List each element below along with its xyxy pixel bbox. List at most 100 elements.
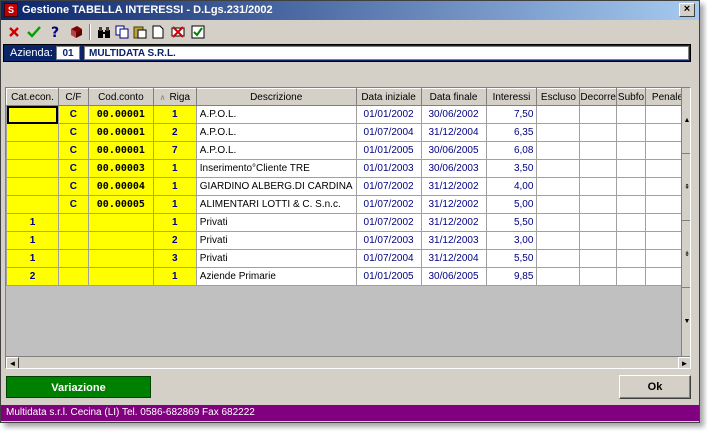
cell-subfo[interactable] [615, 249, 646, 268]
cell-data-iniziale[interactable]: 01/07/2002 [355, 195, 422, 214]
cell-cod-conto[interactable]: 00.00005 [87, 195, 154, 214]
cell-cf[interactable] [57, 213, 89, 232]
cell-data-iniziale[interactable]: 01/07/2002 [355, 177, 422, 196]
cell-descrizione[interactable]: GIARDINO ALBERG.DI CARDINA [195, 177, 357, 196]
cell-descrizione[interactable]: Inserimento°Cliente TRE [195, 159, 357, 178]
page-down-icon[interactable]: ⇟ [682, 222, 690, 288]
cell-interessi[interactable]: 5,50 [485, 249, 538, 268]
col-header-cod-conto[interactable]: Cod.conto [87, 88, 154, 106]
table-row[interactable]: 1 3 Privati 01/07/2004 31/12/2004 5,50 [6, 249, 690, 268]
cell-data-finale[interactable]: 31/12/2003 [420, 231, 487, 250]
col-header-descrizione[interactable]: Descrizione [195, 88, 357, 106]
table-row[interactable]: C 00.00001 1 A.P.O.L. 01/01/2002 30/06/2002 7,… [6, 105, 690, 124]
delete-icon[interactable] [169, 23, 187, 41]
cell-cat-econ[interactable] [6, 141, 59, 160]
cell-cod-conto[interactable]: 00.00001 [87, 123, 154, 142]
cell-interessi[interactable]: 3,50 [485, 159, 538, 178]
close-button[interactable]: × [679, 3, 695, 17]
scroll-down-icon[interactable]: ▼ [682, 289, 690, 355]
cell-decorre[interactable] [579, 195, 617, 214]
table-row[interactable]: 1 1 Privati 01/07/2002 31/12/2002 5,50 [6, 213, 690, 232]
cell-cod-conto[interactable]: 00.00004 [87, 177, 154, 196]
cell-riga[interactable]: 1 [152, 159, 197, 178]
cell-data-finale[interactable]: 30/06/2003 [420, 159, 487, 178]
table-row[interactable]: C 00.00003 1 Inserimento°Cliente TRE 01/01/2… [6, 159, 690, 178]
cell-interessi[interactable]: 6,35 [485, 123, 538, 142]
cell-data-iniziale[interactable]: 01/07/2003 [355, 231, 422, 250]
cell-escluso[interactable] [536, 105, 581, 124]
cell-cat-econ[interactable]: 1 [6, 213, 59, 232]
cell-interessi[interactable]: 7,50 [485, 105, 538, 124]
paste-icon[interactable] [131, 23, 149, 41]
cell-cf[interactable]: C [57, 141, 89, 160]
col-header-cf[interactable]: C/F [57, 88, 89, 106]
cell-cat-econ[interactable]: 1 [6, 231, 59, 250]
cell-cod-conto[interactable]: 00.00001 [87, 105, 154, 124]
col-header-decorre[interactable]: Decorre [579, 88, 617, 106]
cell-cod-conto[interactable] [87, 213, 154, 232]
title-bar[interactable]: S Gestione TABELLA INTERESSI - D.Lgs.231… [1, 1, 699, 20]
cell-data-finale[interactable]: 31/12/2004 [420, 249, 487, 268]
cell-data-finale[interactable]: 30/06/2002 [420, 105, 487, 124]
cell-riga[interactable]: 2 [152, 123, 197, 142]
cell-descrizione[interactable]: Privati [195, 213, 357, 232]
cell-escluso[interactable] [536, 249, 581, 268]
cell-riga[interactable]: 1 [152, 177, 197, 196]
cell-data-iniziale[interactable]: 01/07/2004 [355, 249, 422, 268]
cell-cf[interactable] [57, 231, 89, 250]
cell-decorre[interactable] [579, 177, 617, 196]
new-document-icon[interactable] [149, 23, 167, 41]
cell-cod-conto[interactable] [87, 249, 154, 268]
variazione-button[interactable]: Variazione [6, 376, 151, 398]
table-row[interactable]: C 00.00001 2 A.P.O.L. 01/07/2004 31/12/2004 6,… [6, 123, 690, 142]
cell-data-finale[interactable]: 31/12/2002 [420, 195, 487, 214]
cell-descrizione[interactable]: Privati [195, 249, 357, 268]
cell-subfo[interactable] [615, 231, 646, 250]
cell-cat-econ[interactable] [6, 159, 59, 178]
col-header-cat-econ[interactable]: Cat.econ. [6, 88, 59, 106]
cell-cat-econ[interactable] [6, 105, 59, 124]
cell-cat-econ[interactable] [6, 177, 59, 196]
cell-escluso[interactable] [536, 231, 581, 250]
table-row[interactable]: 1 2 Privati 01/07/2003 31/12/2003 3,00 [6, 231, 690, 250]
cell-interessi[interactable]: 6,08 [485, 141, 538, 160]
cell-subfo[interactable] [615, 177, 646, 196]
cell-escluso[interactable] [536, 177, 581, 196]
col-header-data-finale[interactable]: Data finale [420, 88, 487, 106]
cell-riga[interactable]: 1 [152, 105, 197, 124]
col-header-interessi[interactable]: Interessi [485, 88, 538, 106]
cell-riga[interactable]: 1 [152, 213, 197, 232]
cell-cf[interactable] [57, 249, 89, 268]
cell-cod-conto[interactable]: 00.00001 [87, 141, 154, 160]
cell-decorre[interactable] [579, 105, 617, 124]
page-up-icon[interactable]: ⇞ [682, 155, 690, 221]
cell-interessi[interactable]: 5,00 [485, 195, 538, 214]
cell-descrizione[interactable]: A.P.O.L. [195, 141, 357, 160]
cell-escluso[interactable] [536, 159, 581, 178]
cell-descrizione[interactable]: Aziende Primarie [195, 267, 357, 286]
cell-data-iniziale[interactable]: 01/01/2005 [355, 141, 422, 160]
scroll-right-icon[interactable]: ► [678, 357, 690, 368]
cell-cf[interactable]: C [57, 105, 89, 124]
cell-cat-econ[interactable]: 1 [6, 249, 59, 268]
cell-escluso[interactable] [536, 141, 581, 160]
table-row[interactable]: C 00.00005 1 ALIMENTARI LOTTI & C. S.n.c. 01… [6, 195, 690, 214]
cell-subfo[interactable] [615, 267, 646, 286]
col-header-data-iniziale[interactable]: Data iniziale [355, 88, 422, 106]
cell-cf[interactable]: C [57, 195, 89, 214]
cell-cf[interactable]: C [57, 159, 89, 178]
cancel-icon[interactable] [5, 23, 23, 41]
cell-descrizione[interactable]: A.P.O.L. [195, 123, 357, 142]
cell-interessi[interactable]: 3,00 [485, 231, 538, 250]
cell-cf[interactable] [57, 267, 89, 286]
cell-cod-conto[interactable] [87, 267, 154, 286]
col-header-riga[interactable]: ∧ Riga [152, 88, 197, 106]
cell-cat-econ[interactable] [6, 123, 59, 142]
checkbox-icon[interactable] [189, 23, 207, 41]
cell-decorre[interactable] [579, 141, 617, 160]
cell-escluso[interactable] [536, 267, 581, 286]
cell-subfo[interactable] [615, 159, 646, 178]
cell-data-iniziale[interactable]: 01/07/2004 [355, 123, 422, 142]
table-row[interactable]: C 00.00001 7 A.P.O.L. 01/01/2005 30/06/2005 6,… [6, 141, 690, 160]
cell-interessi[interactable]: 4,00 [485, 177, 538, 196]
